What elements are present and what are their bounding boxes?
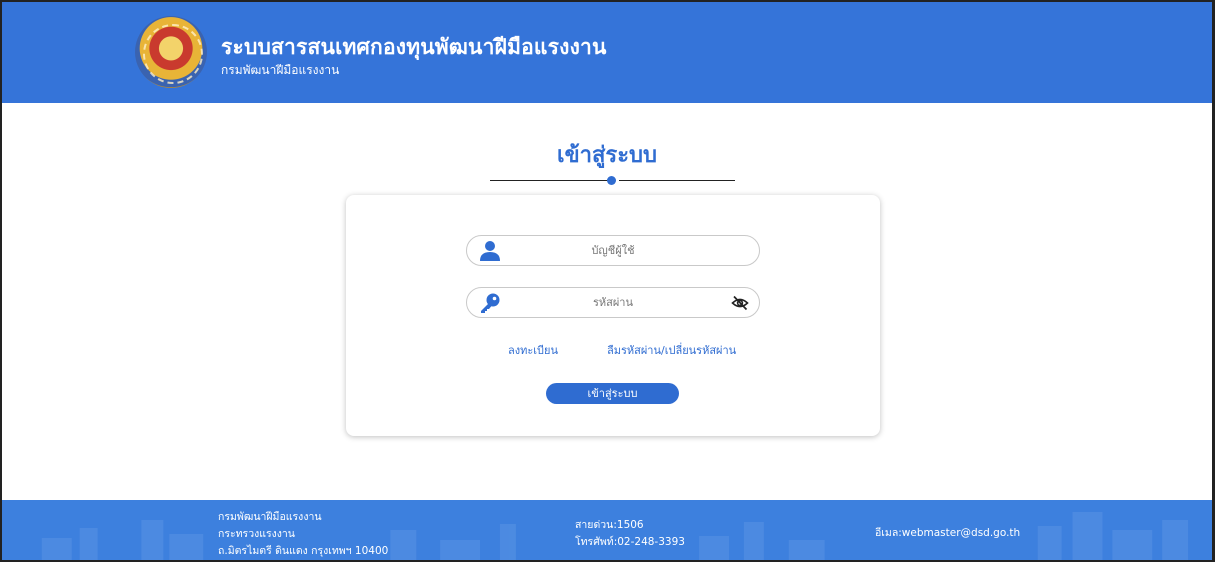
key-icon <box>481 293 500 313</box>
page-frame: ระบบสารสนเทศกองทุนพัฒนาฝีมือแรงงาน กรมพั… <box>0 0 1215 562</box>
heading-divider-right <box>619 180 735 181</box>
page-title: เข้าสู่ระบบ <box>557 143 657 168</box>
username-input[interactable] <box>507 238 719 263</box>
username-field[interactable] <box>466 235 760 266</box>
footer-contact: สายด่วน:1506 โทรศัพท์:02-248-3393 <box>575 517 685 551</box>
footer-street-address: ถ.มิตรไมตรี ดินแดง กรุงเทพฯ 10400 <box>218 545 389 557</box>
footer-ministry: กระทรวงแรงงาน <box>218 528 295 540</box>
register-link[interactable]: ลงทะเบียน <box>508 341 558 359</box>
site-header: ระบบสารสนเทศกองทุนพัฒนาฝีมือแรงงาน กรมพั… <box>2 2 1212 103</box>
footer-address: กรมพัฒนาฝีมือแรงงาน กระทรวงแรงงาน ถ.มิตร… <box>218 509 388 560</box>
footer-phone: โทรศัพท์:02-248-3393 <box>575 536 685 548</box>
site-footer: กรมพัฒนาฝีมือแรงงาน กระทรวงแรงงาน ถ.มิตร… <box>2 500 1212 560</box>
footer-email: อีเมล:webmaster@dsd.go.th <box>875 527 1021 539</box>
eye-slash-icon[interactable] <box>731 294 749 312</box>
login-card: ลงทะเบียน ลืมรหัสผ่าน/เปลี่ยนรหัสผ่าน เข… <box>346 195 880 436</box>
footer-org-name: กรมพัฒนาฝีมือแรงงาน <box>218 511 322 523</box>
user-icon <box>480 241 500 261</box>
password-field[interactable] <box>466 287 760 318</box>
password-input[interactable] <box>507 290 719 315</box>
site-title: ระบบสารสนเทศกองทุนพัฒนาฝีมือแรงงาน <box>221 35 607 59</box>
heading-divider-dot <box>607 176 616 185</box>
footer-hotline: สายด่วน:1506 <box>575 519 644 531</box>
forgot-password-link[interactable]: ลืมรหัสผ่าน/เปลี่ยนรหัสผ่าน <box>607 341 736 359</box>
heading-divider-left <box>490 180 608 181</box>
login-button[interactable]: เข้าสู่ระบบ <box>546 383 679 404</box>
dsd-emblem-icon <box>135 16 207 88</box>
site-subtitle: กรมพัฒนาฝีมือแรงงาน <box>221 63 340 77</box>
